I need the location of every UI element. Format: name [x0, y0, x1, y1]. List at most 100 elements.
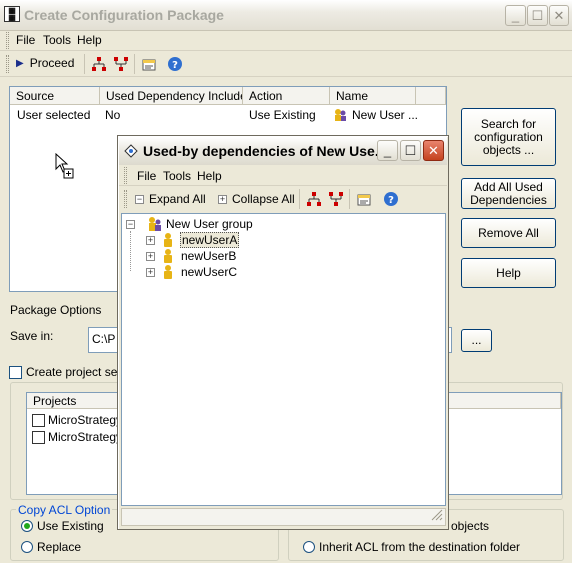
use-existing-label: Use Existing: [37, 519, 104, 533]
tree-node-label: newUserB: [181, 249, 237, 263]
search-configuration-objects-button[interactable]: Search for configuration objects ...: [461, 108, 556, 166]
dialog-toolbar-grip: [124, 190, 127, 208]
dependency-tree-icon[interactable]: [90, 55, 108, 73]
dialog-status-bar: [121, 508, 446, 526]
tree-connector: [130, 231, 131, 271]
main-toolbar: ▶ Proceed ?: [0, 51, 572, 77]
save-in-label: Save in:: [10, 329, 54, 343]
create-project-security-checkbox[interactable]: [9, 366, 22, 379]
dialog-minimize-button[interactable]: _: [377, 140, 398, 161]
expand-toggle-icon[interactable]: +: [146, 268, 155, 277]
toolbar-separator: [84, 54, 85, 74]
dialog-title: Used-by dependencies of New Use...: [143, 143, 387, 159]
dialog-menu-bar: File Tools Help: [119, 166, 447, 186]
used-by-tree-icon[interactable]: [112, 55, 130, 73]
menu-tools[interactable]: Tools: [43, 33, 71, 47]
user-icon: [162, 264, 174, 283]
column-header-filler: [416, 87, 446, 105]
dialog-dependency-icon: [123, 143, 139, 162]
used-by-tree-icon[interactable]: [327, 190, 345, 208]
collapse-all-label: Collapse All: [232, 192, 295, 206]
toolbar-grip: [6, 55, 9, 73]
column-header-action[interactable]: Action: [243, 87, 330, 105]
maximize-icon: ☐: [404, 142, 417, 158]
dialog-maximize-button[interactable]: ☐: [400, 140, 421, 161]
resize-grip-icon[interactable]: [431, 509, 443, 524]
radio-selected-dot: [24, 523, 30, 529]
dialog-toolbar: − Expand All + Collapse All ?: [119, 187, 447, 212]
help-button[interactable]: Help: [461, 258, 556, 288]
collapse-all-button[interactable]: + Collapse All: [218, 192, 295, 206]
dialog-title-bar: Used-by dependencies of New Use... _ ☐ ✕: [119, 137, 447, 165]
expand-box-icon: +: [218, 193, 227, 204]
use-existing-radio[interactable]: [21, 520, 33, 532]
project-checkbox[interactable]: [32, 430, 45, 444]
app-icon: ▦ ▦: [4, 6, 20, 22]
dependency-tree-icon[interactable]: [305, 190, 323, 208]
dialog-menu-help[interactable]: Help: [197, 169, 222, 183]
close-button[interactable]: ✕: [549, 5, 569, 26]
close-icon: ✕: [553, 7, 565, 23]
properties-icon[interactable]: [140, 55, 158, 73]
acl-objects-label: objects: [451, 519, 490, 533]
table-row[interactable]: User selected No Use Existing New User .…: [10, 106, 446, 124]
inherit-acl-radio[interactable]: [303, 541, 315, 553]
minimize-icon: _: [383, 143, 392, 158]
properties-icon[interactable]: [355, 190, 373, 208]
remove-all-button[interactable]: Remove All: [461, 218, 556, 248]
close-icon: ✕: [428, 142, 439, 158]
expand-all-button[interactable]: − Expand All: [135, 192, 206, 206]
proceed-button[interactable]: ▶ Proceed: [16, 56, 74, 70]
dialog-toolbar-separator-2: [349, 189, 350, 209]
column-header-name[interactable]: Name: [330, 87, 416, 105]
minimize-icon: _: [511, 8, 520, 23]
column-header-dependency[interactable]: Used Dependency Included: [100, 87, 243, 105]
cell-dependency: No: [105, 108, 121, 122]
proceed-label: Proceed: [29, 56, 75, 70]
help-icon[interactable]: ?: [382, 190, 400, 208]
drag-copy-cursor-icon: [54, 152, 78, 182]
replace-radio[interactable]: [21, 541, 33, 553]
expand-toggle-icon[interactable]: +: [146, 252, 155, 261]
user-group-icon: [333, 108, 347, 122]
menu-bar: File Tools Help: [0, 31, 572, 51]
toolbar-separator-2: [134, 54, 135, 74]
save-in-value: C:\P: [92, 332, 116, 346]
cell-action: Use Existing: [249, 108, 316, 122]
create-project-security-label: Create project secu: [26, 365, 131, 379]
project-name: MicroStrategy: [48, 413, 123, 427]
dialog-close-button[interactable]: ✕: [423, 140, 444, 161]
dialog-menu-tools[interactable]: Tools: [163, 169, 191, 183]
maximize-button[interactable]: ☐: [527, 5, 548, 26]
svg-text:?: ?: [172, 60, 178, 71]
play-icon: ▶: [16, 57, 24, 69]
dialog-menu-file[interactable]: File: [137, 169, 156, 183]
column-header-source[interactable]: Source: [10, 87, 100, 105]
tree-node-label: newUserC: [181, 265, 238, 279]
main-title-bar: ▦ ▦ Create Configuration Package _ ☐ ✕: [0, 0, 572, 31]
menu-file[interactable]: File: [16, 33, 35, 47]
svg-text:?: ?: [388, 195, 394, 206]
tree-node-label: newUserA: [180, 232, 240, 248]
project-row[interactable]: MicroStrategy: [32, 413, 122, 427]
collapse-toggle-icon[interactable]: −: [126, 220, 135, 229]
dialog-toolbar-separator: [299, 189, 300, 209]
package-options-label: Package Options: [10, 303, 102, 317]
used-by-dependencies-dialog: Used-by dependencies of New Use... _ ☐ ✕…: [117, 135, 449, 530]
browse-button[interactable]: ...: [461, 329, 492, 352]
expand-toggle-icon[interactable]: +: [146, 236, 155, 245]
cell-name: New User ...: [352, 108, 419, 122]
dependency-tree[interactable]: − New User group + newUserA + newUserB +: [121, 213, 446, 506]
project-checkbox[interactable]: [32, 413, 45, 427]
dialog-menu-grip: [124, 167, 127, 184]
add-all-used-dependencies-button[interactable]: Add All Used Dependencies: [461, 178, 556, 209]
expand-all-label: Expand All: [149, 192, 206, 206]
project-row[interactable]: MicroStrategy: [32, 430, 122, 444]
copy-acl-legend: Copy ACL Option: [16, 503, 113, 517]
collapse-box-icon: −: [135, 193, 144, 204]
menu-help[interactable]: Help: [77, 33, 102, 47]
minimize-button[interactable]: _: [505, 5, 526, 26]
user-group-icon: [146, 216, 162, 235]
help-icon[interactable]: ?: [166, 55, 184, 73]
replace-label: Replace: [37, 540, 82, 554]
